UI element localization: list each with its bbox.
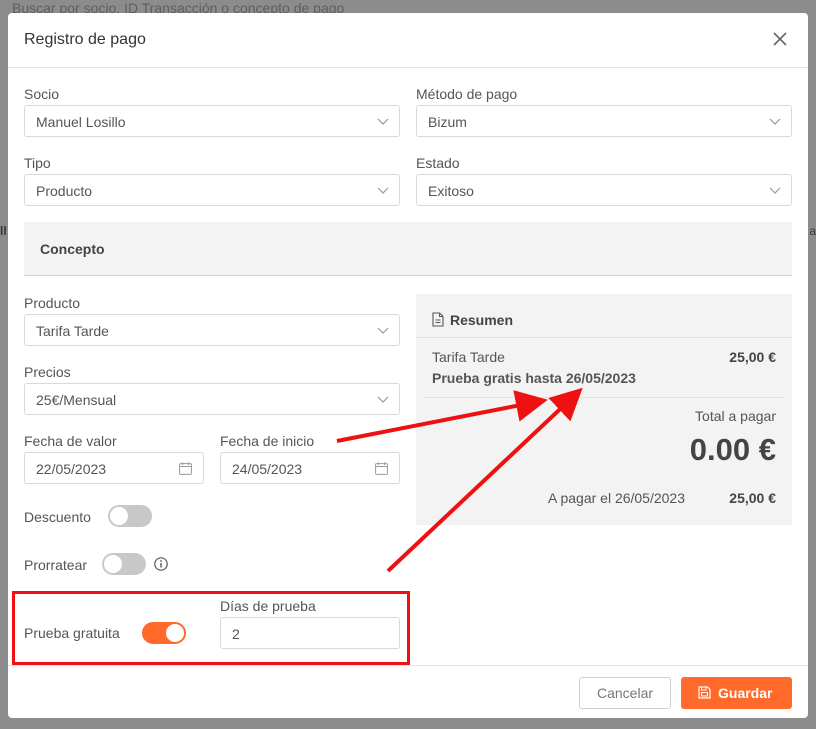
tipo-value: Producto [36,183,93,199]
chevron-down-icon [377,396,389,403]
document-icon [432,312,444,327]
divider [424,397,784,398]
metodo-value: Bizum [428,114,467,130]
chevron-down-icon [377,187,389,194]
socio-select[interactable]: Manuel Losillo [24,105,400,137]
producto-label: Producto [24,295,81,311]
concepto-title: Concepto [40,241,105,257]
fecha-valor-value: 22/05/2023 [36,461,107,477]
save-label: Guardar [718,685,773,701]
tipo-select[interactable]: Producto [24,174,400,206]
fecha-valor-label: Fecha de valor [24,433,117,449]
total-value: 0.00 € [689,432,776,467]
summary-trial-text: Prueba gratis hasta 26/05/2023 [432,370,636,386]
descuento-toggle[interactable] [108,505,152,527]
producto-value: Tarifa Tarde [36,323,109,339]
save-button[interactable]: Guardar [681,677,792,709]
total-label: Total a pagar [695,408,776,424]
close-icon[interactable] [770,29,790,49]
fecha-inicio-value: 24/05/2023 [232,461,303,477]
modal-footer: Cancelar Guardar [8,665,808,718]
metodo-select[interactable]: Bizum [416,105,792,137]
precios-label: Precios [24,364,71,380]
fecha-valor-input[interactable]: 22/05/2023 [24,452,204,484]
calendar-icon[interactable] [179,462,192,475]
descuento-label: Descuento [24,509,91,525]
producto-select[interactable]: Tarifa Tarde [24,314,400,346]
prorratear-label: Prorratear [24,557,88,573]
pay-on-label: A pagar el 26/05/2023 [548,490,686,506]
chevron-down-icon [769,118,781,125]
metodo-label: Método de pago [416,86,518,102]
fecha-inicio-label: Fecha de inicio [220,433,315,449]
estado-select[interactable]: Exitoso [416,174,792,206]
summary-panel: Resumen Tarifa Tarde 25,00 € Prueba grat… [416,294,792,525]
pay-on-amount: 25,00 € [729,490,776,506]
toggle-knob [104,555,122,573]
prorratear-toggle[interactable] [102,553,146,575]
info-icon[interactable] [154,557,168,571]
fecha-inicio-input[interactable]: 24/05/2023 [220,452,400,484]
concepto-section-header: Concepto [24,222,792,276]
estado-value: Exitoso [428,183,474,199]
estado-label: Estado [416,155,460,171]
summary-item-price: 25,00 € [729,349,776,365]
chevron-down-icon [377,327,389,334]
cancel-button[interactable]: Cancelar [579,677,671,709]
payment-modal: Registro de pago Socio Manuel Losillo Mé… [8,13,808,718]
socio-value: Manuel Losillo [36,114,126,130]
calendar-icon[interactable] [375,462,388,475]
save-icon [698,686,711,699]
precios-select[interactable]: 25€/Mensual [24,383,400,415]
annotation-highlight-box [12,591,410,665]
precios-value: 25€/Mensual [36,392,117,408]
modal-title: Registro de pago [24,31,146,48]
socio-label: Socio [24,86,60,102]
tipo-label: Tipo [24,155,51,171]
summary-header: Resumen [416,294,792,338]
modal-header: Registro de pago [8,13,808,68]
chevron-down-icon [377,118,389,125]
chevron-down-icon [769,187,781,194]
toggle-knob [110,507,128,525]
summary-item-name: Tarifa Tarde [432,349,505,365]
summary-title: Resumen [450,312,514,328]
